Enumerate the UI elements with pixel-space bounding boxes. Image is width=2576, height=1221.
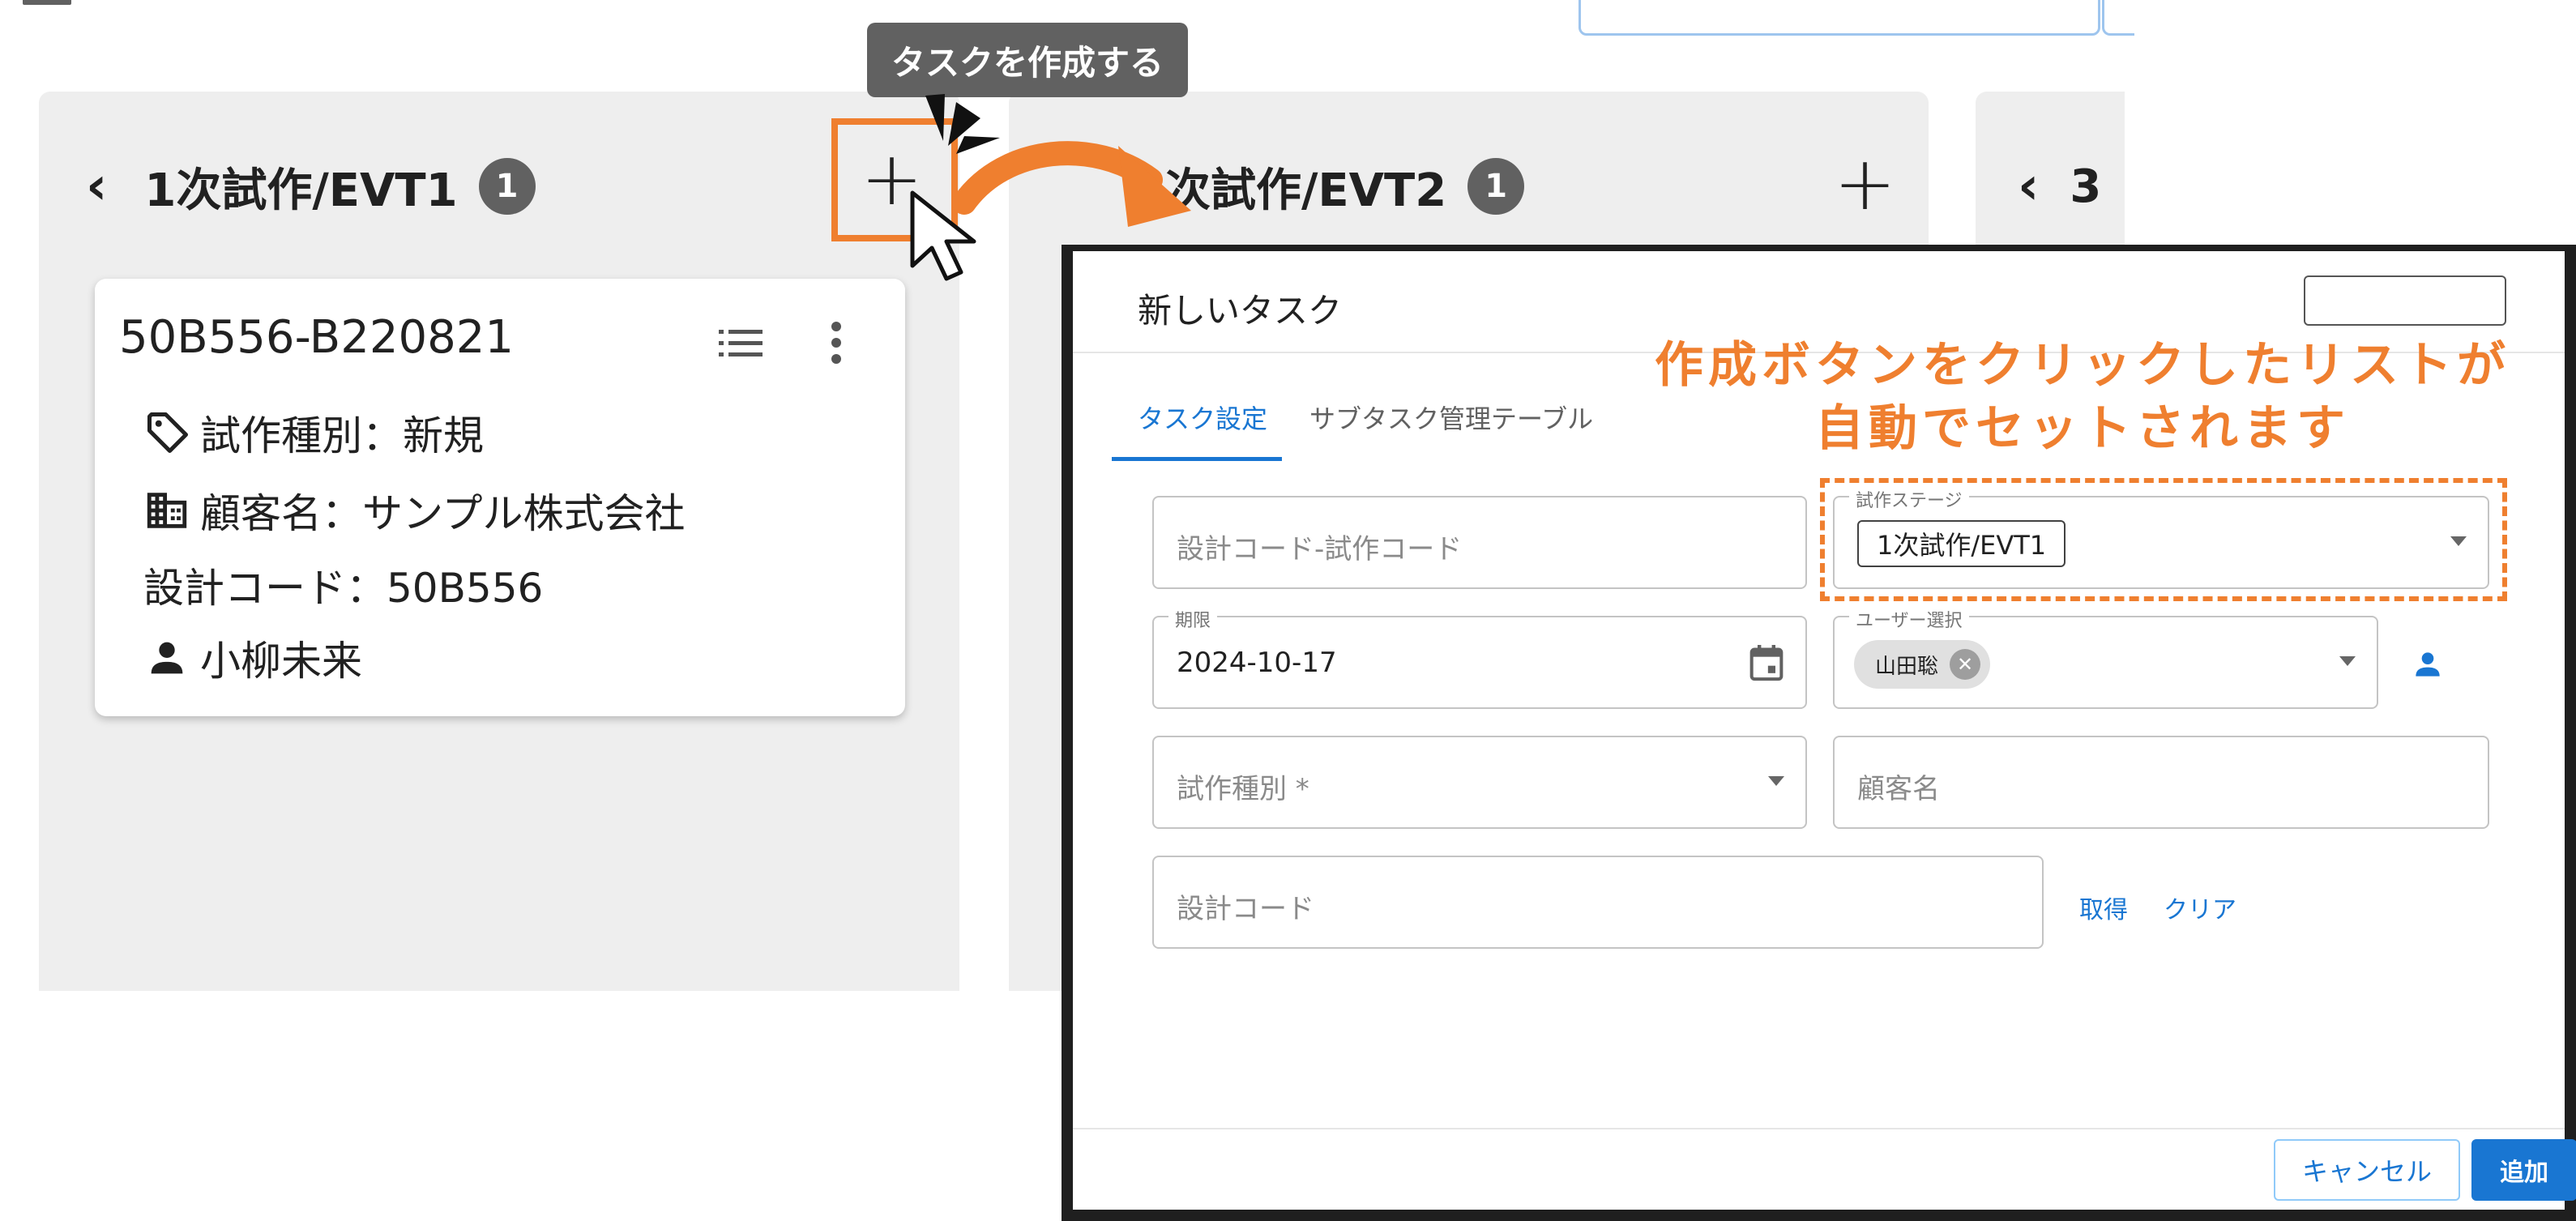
fetch-button[interactable]: 取得 bbox=[2079, 890, 2128, 925]
tab-task-settings[interactable]: タスク設定 bbox=[1138, 399, 1267, 436]
card-design-code-text: 設計コード：50B556 bbox=[143, 565, 544, 612]
count-badge: 1 bbox=[1467, 158, 1525, 215]
column-header: ‹ 1次試作/EVT1 1 bbox=[86, 142, 536, 231]
person-add-icon[interactable] bbox=[2410, 647, 2446, 685]
cancel-button[interactable]: キャンセル bbox=[2274, 1139, 2460, 1201]
deadline-field[interactable]: 期限 2024-10-17 bbox=[1152, 606, 1807, 709]
card-type-text: 試作種別：新規 bbox=[200, 412, 484, 459]
deadline-legend: 期限 bbox=[1168, 606, 1218, 632]
annotation-line-2: 自動でセットされます bbox=[1815, 400, 2350, 457]
task-id: 50B556-B220821 bbox=[119, 311, 514, 364]
kanban-column-1: ‹ 1次試作/EVT1 1 50B556-B220821 試作種別：新規 顧客名… bbox=[39, 92, 959, 991]
chip-remove-icon[interactable]: ✕ bbox=[1950, 649, 1981, 680]
type-placeholder: 試作種別 * bbox=[1177, 773, 1309, 805]
card-assignee-row: 小柳未来 bbox=[143, 629, 362, 687]
annotation-dashed-box bbox=[1820, 478, 2507, 601]
mouse-cursor-icon bbox=[910, 190, 976, 281]
clear-button[interactable]: クリア bbox=[2164, 890, 2236, 925]
deadline-value: 2024-10-17 bbox=[1177, 647, 1337, 679]
card-design-code-row: 設計コード：50B556 bbox=[143, 556, 543, 614]
annotation-line-1: 作成ボタンをクリックしたリストが bbox=[1655, 337, 2510, 394]
building-icon bbox=[143, 487, 200, 534]
task-card[interactable]: 50B556-B220821 試作種別：新規 顧客名：サンプル株式会社 設計コー… bbox=[95, 279, 905, 716]
top-input-fragment bbox=[2102, 0, 2134, 36]
divider bbox=[1073, 1128, 2565, 1129]
list-icon[interactable] bbox=[719, 327, 763, 363]
person-icon bbox=[143, 634, 200, 681]
code-field[interactable]: 設計コード-試作コード bbox=[1152, 496, 1807, 589]
user-select[interactable]: ユーザー選択 山田聡 ✕ bbox=[1833, 606, 2378, 709]
design-code-field[interactable]: 設計コード bbox=[1152, 856, 2044, 949]
count-badge: 1 bbox=[478, 158, 536, 215]
column-title: 3 bbox=[2070, 160, 2102, 213]
customer-placeholder: 顧客名 bbox=[1857, 773, 1940, 805]
user-chip[interactable]: 山田聡 ✕ bbox=[1854, 640, 1991, 689]
customer-field[interactable]: 顧客名 bbox=[1833, 736, 2489, 829]
chevron-left-icon[interactable]: ‹ bbox=[2018, 160, 2039, 212]
menu-icon[interactable] bbox=[23, 0, 71, 5]
dialog-top-input[interactable] bbox=[2304, 275, 2506, 326]
card-assignee-text: 小柳未来 bbox=[200, 638, 362, 685]
tab-subtask-table[interactable]: サブタスク管理テーブル bbox=[1309, 399, 1593, 436]
column-title: 1次試作/EVT1 bbox=[144, 164, 458, 217]
tooltip: タスクを作成する bbox=[867, 23, 1188, 97]
card-type-row: 試作種別：新規 bbox=[143, 403, 484, 462]
dropdown-caret-icon[interactable] bbox=[1768, 776, 1784, 786]
dropdown-caret-icon[interactable] bbox=[2339, 656, 2356, 666]
chevron-left-icon[interactable]: ‹ bbox=[86, 160, 107, 212]
add-button[interactable]: 追加 bbox=[2471, 1139, 2576, 1201]
user-legend: ユーザー選択 bbox=[1849, 606, 1969, 632]
column-header: ‹ 3 bbox=[2018, 142, 2101, 231]
annotation-text: 作成ボタンをクリックしたリストが 自動でセットされます bbox=[1613, 334, 2553, 460]
calendar-icon[interactable] bbox=[1749, 643, 1784, 685]
card-customer-row: 顧客名：サンプル株式会社 bbox=[143, 481, 686, 540]
code-placeholder: 設計コード-試作コード bbox=[1177, 533, 1463, 566]
tab-indicator bbox=[1112, 457, 1282, 461]
tag-icon bbox=[143, 408, 200, 457]
add-task-button[interactable]: + bbox=[1834, 147, 1896, 221]
dialog-title: 新しいタスク bbox=[1138, 291, 1343, 331]
user-chip-label: 山田聡 bbox=[1875, 654, 1939, 679]
design-code-placeholder: 設計コード bbox=[1177, 893, 1314, 925]
top-search-input[interactable] bbox=[1578, 0, 2100, 36]
more-vert-icon[interactable] bbox=[831, 321, 842, 368]
type-select[interactable]: 試作種別 * bbox=[1152, 736, 1807, 829]
card-customer-text: 顧客名：サンプル株式会社 bbox=[200, 490, 686, 537]
